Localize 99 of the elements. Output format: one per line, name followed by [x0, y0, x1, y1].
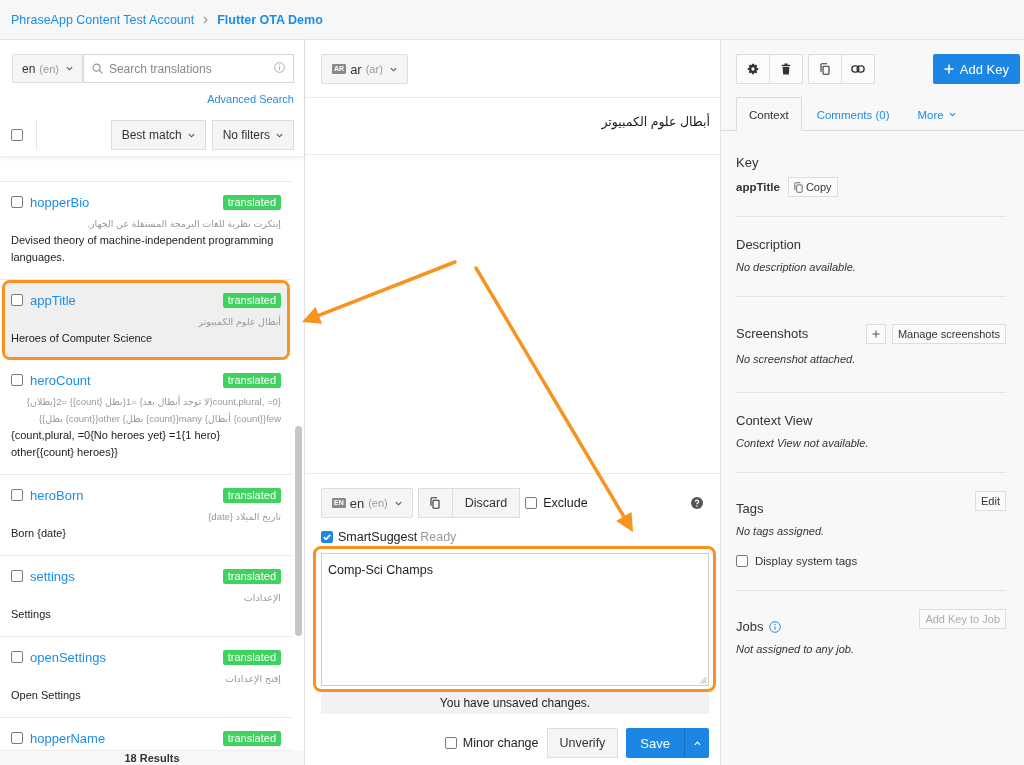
settings-button[interactable]: [736, 54, 770, 84]
duplicate-button[interactable]: [808, 54, 842, 84]
resize-handle-icon[interactable]: [699, 676, 707, 684]
checkbox[interactable]: [11, 374, 23, 386]
translation-input[interactable]: Comp-Sci Champs: [321, 553, 709, 686]
copy-button[interactable]: Copy: [787, 177, 838, 197]
copy-icon: [430, 497, 441, 509]
status-badge: translated: [222, 487, 281, 503]
checkbox[interactable]: [736, 555, 748, 567]
source-text: Heroes of Computer Science: [11, 331, 153, 346]
status-badge: translated: [222, 730, 281, 746]
checkbox[interactable]: [444, 737, 457, 749]
search-field[interactable]: Search translations: [82, 54, 294, 83]
source-text: {count,plural, =0{No heroes yet} =1{1 hero} other{{count} heroes}}: [11, 428, 222, 460]
plus-icon: [943, 64, 954, 74]
checkbox[interactable]: [11, 732, 23, 744]
discard-button[interactable]: Discard: [451, 488, 521, 518]
status-badge: translated: [222, 292, 281, 308]
source-text: Settings: [11, 607, 51, 622]
checkbox-label[interactable]: SmartSuggest: [338, 530, 418, 544]
link-button[interactable]: [841, 54, 875, 84]
translation-text: إفتح الإعدادات: [225, 672, 281, 687]
checkbox[interactable]: [11, 196, 23, 208]
empty-note: Context View not available.: [736, 436, 869, 451]
advanced-search-link[interactable]: Advanced Search: [207, 93, 294, 105]
status-badge: translated: [222, 372, 281, 388]
caret-down-icon: [187, 132, 195, 138]
key-name-link[interactable]: heroBorn: [30, 487, 84, 503]
filter-dropdown[interactable]: No filters: [211, 120, 294, 150]
translation-text: أبطال علوم الكمبيوتر: [198, 314, 281, 329]
checkbox[interactable]: [525, 497, 538, 509]
translation-text: الإعدادات: [243, 591, 281, 606]
checkbox[interactable]: [321, 531, 333, 543]
section-title: Tags: [736, 500, 764, 518]
caret-down-icon: [276, 132, 283, 138]
checkbox[interactable]: [11, 570, 23, 582]
checkbox-label[interactable]: Minor change: [462, 736, 539, 750]
translation-text: {count,plural, =0{لا توجد أبطال بعد} =1{بطل {count}} =2{بطلان} few{{count} أبطال} many{{count} بطل} other{{count} بطل}}: [25, 394, 281, 426]
info-icon[interactable]: [769, 621, 782, 633]
checkbox-label[interactable]: Exclude: [543, 496, 588, 510]
source-text: Born {date}: [11, 526, 67, 541]
copy-icon: [820, 63, 830, 75]
copy-source-button[interactable]: [417, 488, 452, 518]
manage-screenshots-button[interactable]: Manage screenshots: [891, 324, 1006, 344]
empty-note: No description available.: [736, 260, 856, 275]
empty-note: No tags assigned.: [736, 524, 825, 539]
delete-button[interactable]: [769, 54, 803, 84]
empty-note: Not assigned to any job.: [736, 642, 855, 657]
empty-note: No screenshot attached.: [736, 352, 856, 367]
section-title: Description: [736, 236, 803, 254]
trash-icon: [781, 63, 791, 75]
unsaved-changes-notice: You have unsaved changes.: [321, 692, 709, 714]
caret-down-icon: [65, 66, 73, 71]
key-name-link[interactable]: settings: [30, 568, 75, 584]
key-name-link[interactable]: heroCount: [30, 372, 91, 388]
checkbox[interactable]: [11, 489, 23, 501]
sort-dropdown[interactable]: Best match: [110, 120, 206, 150]
translation-text: إبتكرت نظرية للغات البرمجة المستقلة عن الجهاز.: [87, 217, 281, 231]
plus-icon: [871, 330, 880, 338]
link-icon: [851, 65, 865, 73]
results-count: 18 Results: [0, 751, 304, 765]
checkbox[interactable]: [11, 651, 23, 663]
translation-text: تاريخ الميلاد {date}: [208, 510, 281, 524]
tab[interactable]: Context: [736, 97, 802, 131]
section-title: Context View: [736, 412, 814, 430]
status-text: Ready: [420, 530, 457, 544]
key-name-link[interactable]: hopperBio: [30, 194, 90, 210]
checkmark-icon: [323, 533, 331, 541]
source-text: Devised theory of machine-independent programming languages.: [11, 233, 275, 265]
section-title: Jobs: [736, 618, 764, 636]
status-badge: translated: [222, 568, 281, 584]
copy-icon: [793, 181, 803, 193]
key-name-link[interactable]: openSettings: [30, 649, 106, 665]
caret-down-icon: [948, 112, 956, 117]
key-name-link[interactable]: hopperName: [30, 730, 106, 746]
scrollbar-thumb[interactable]: [294, 426, 302, 636]
section-title: Screenshots: [736, 325, 809, 343]
gear-icon: [747, 63, 759, 75]
checkbox[interactable]: [11, 129, 23, 141]
section-title: Key: [736, 154, 760, 172]
language-select[interactable]: en (en): [12, 54, 83, 83]
edit-tags-button[interactable]: Edit: [975, 491, 1006, 511]
status-badge: translated: [222, 649, 281, 665]
chevron-right-icon: [203, 15, 209, 24]
source-text: Open Settings: [11, 688, 81, 703]
caret-down-icon: [394, 500, 402, 506]
add-screenshot-button[interactable]: [865, 324, 886, 344]
caret-down-icon: [389, 66, 397, 72]
help-icon[interactable]: [691, 497, 703, 509]
caret-up-icon: [693, 740, 701, 746]
reference-translation-text: أبطال علوم الكمبيوتر: [601, 113, 710, 131]
key-name: appTitle: [736, 181, 780, 193]
checkbox-label[interactable]: Display system tags: [755, 555, 858, 567]
add-key-button[interactable]: Add Key: [932, 54, 1020, 84]
save-button[interactable]: Save: [626, 728, 684, 758]
unverify-button[interactable]: Unverify: [546, 728, 619, 758]
search-icon: [91, 63, 103, 74]
checkbox[interactable]: [11, 294, 23, 306]
status-badge: translated: [222, 194, 281, 210]
